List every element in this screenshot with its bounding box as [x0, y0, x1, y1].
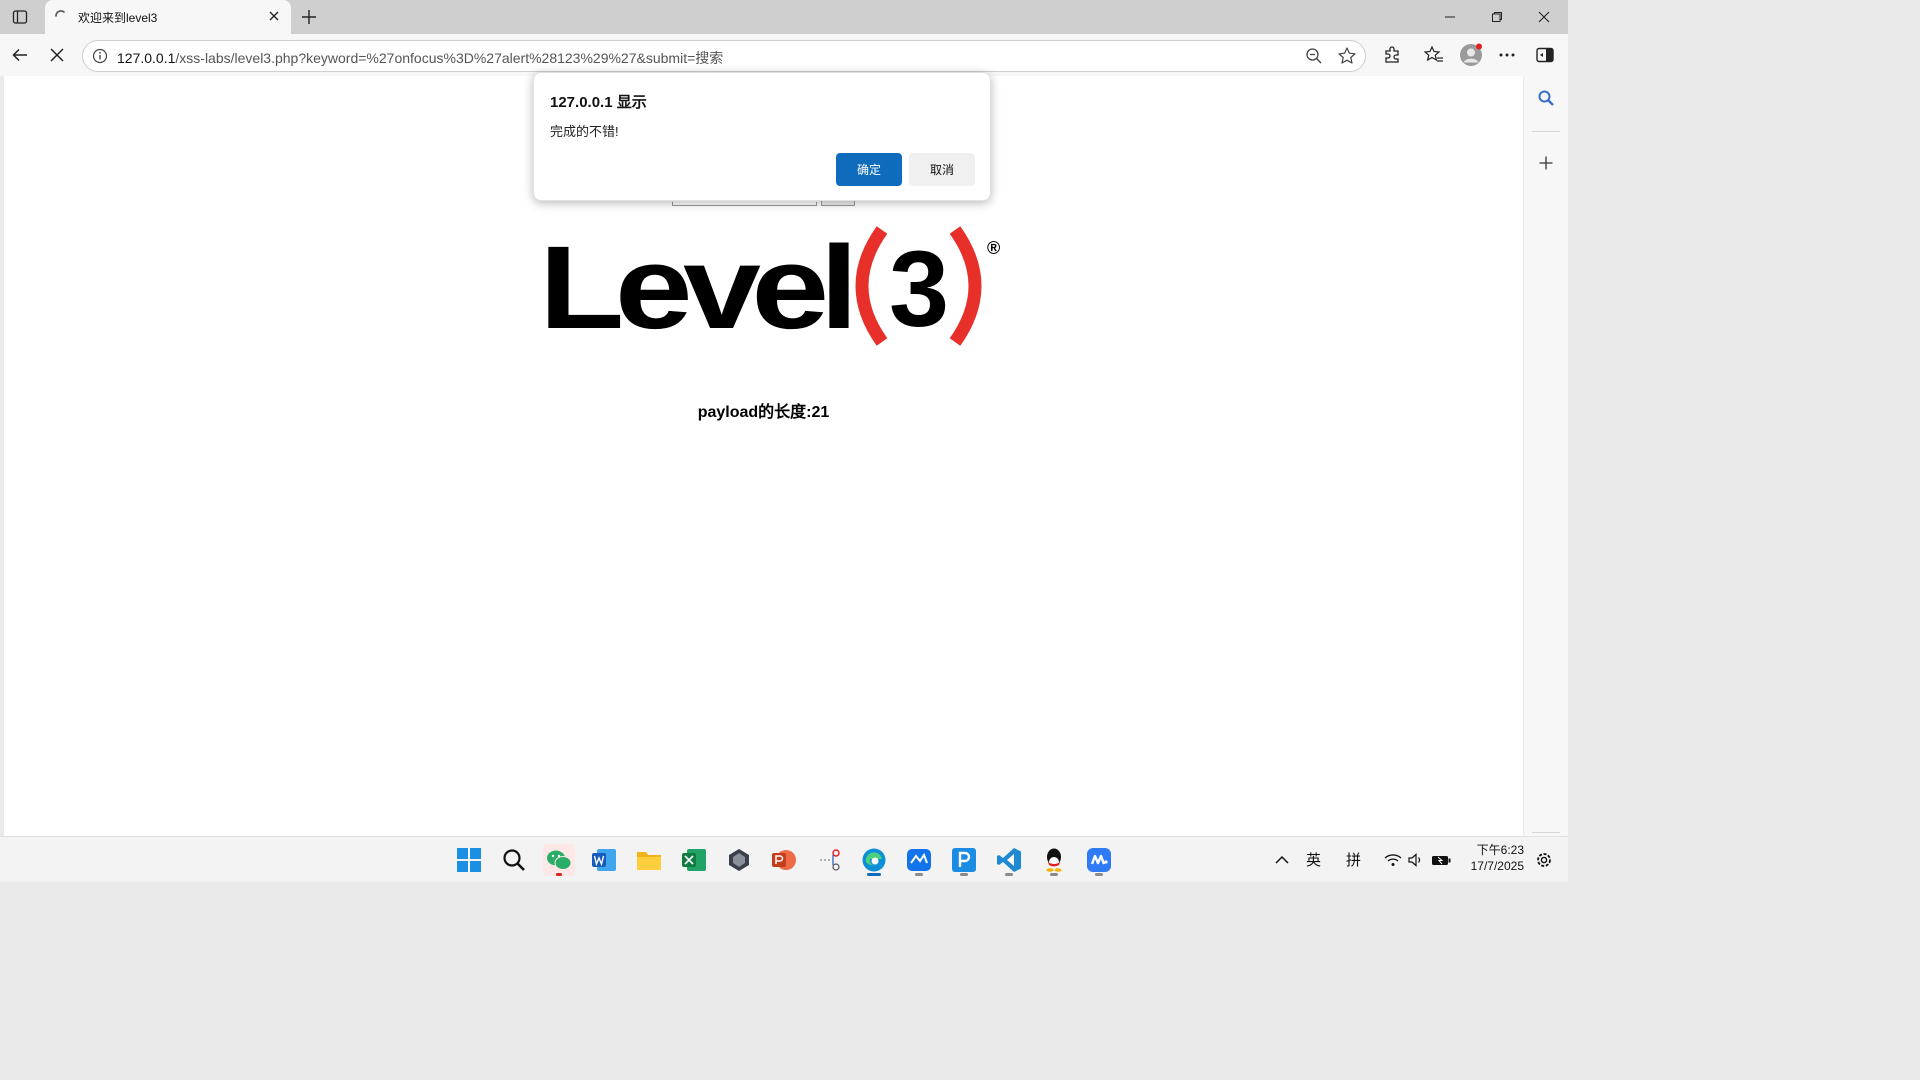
app-cube-icon[interactable] — [723, 844, 755, 876]
battery-icon[interactable] — [1428, 844, 1454, 876]
title-bar: 欢迎来到level3 — [0, 0, 1568, 34]
notification-gear-icon[interactable] — [1530, 844, 1558, 876]
ime-mode-indicator[interactable]: 拼 — [1346, 849, 1361, 870]
profile-avatar[interactable] — [1458, 42, 1484, 68]
address-host: 127.0.0.1 — [117, 50, 176, 66]
keyword-input[interactable] — [672, 202, 817, 206]
running-indicator — [1005, 873, 1013, 876]
running-indicator — [1050, 873, 1058, 876]
new-tab-icon[interactable] — [297, 5, 321, 29]
board-app-icon[interactable] — [903, 844, 935, 876]
stop-loading-icon[interactable] — [45, 43, 69, 67]
vscode-icon[interactable] — [993, 844, 1025, 876]
ime-language-indicator[interactable]: 英 — [1306, 849, 1321, 870]
windows-start-icon[interactable] — [453, 844, 485, 876]
running-indicator — [960, 873, 968, 876]
more-options-icon[interactable] — [1495, 43, 1519, 67]
tab-actions-icon[interactable] — [8, 6, 32, 28]
favorite-star-icon[interactable] — [1337, 46, 1357, 66]
address-path: /xss-labs/level3.php?keyword=%27onfocus%… — [175, 50, 724, 66]
taskbar-clock[interactable]: 下午6:23 17/7/2025 — [1462, 842, 1524, 874]
logo-level-text: Level — [539, 226, 849, 346]
payload-length-text: payload的长度:21 — [697, 404, 830, 421]
tab-title: 欢迎来到level3 — [78, 11, 158, 25]
taskbar: 英 拼 下午6:23 17/7/2025 — [0, 836, 1568, 882]
network-app-icon[interactable] — [813, 844, 845, 876]
pycharm-icon[interactable] — [948, 844, 980, 876]
dialog-message: 完成的不错! — [550, 124, 619, 139]
word-icon[interactable] — [588, 844, 620, 876]
logo-left-paren — [855, 226, 888, 346]
address-url[interactable]: 127.0.0.1/xss-labs/level3.php?keyword=%2… — [117, 48, 723, 68]
logo-registered-mark: ® — [987, 238, 1000, 258]
wps-icon[interactable] — [1083, 844, 1115, 876]
site-info-icon[interactable] — [92, 48, 108, 64]
close-window-icon[interactable] — [1532, 6, 1556, 28]
dialog-cancel-button[interactable]: 取消 — [909, 153, 975, 186]
tab-close-icon[interactable] — [265, 7, 283, 25]
level3-logo: Level 3 ® — [539, 226, 1000, 346]
sidebar-toggle-icon[interactable] — [1533, 43, 1557, 67]
wechat-icon[interactable] — [543, 844, 575, 876]
restore-icon[interactable] — [1485, 6, 1509, 28]
logo-right-paren — [949, 226, 982, 346]
dialog-ok-button[interactable]: 确定 — [836, 153, 902, 186]
clock-time: 下午6:23 — [1476, 843, 1524, 857]
extensions-icon[interactable] — [1380, 43, 1404, 67]
clock-date: 17/7/2025 — [1470, 859, 1524, 873]
qq-icon[interactable] — [1038, 844, 1070, 876]
tab-active[interactable]: 欢迎来到level3 — [45, 0, 291, 34]
dialog-title: 127.0.0.1 显示 — [550, 94, 647, 111]
zoom-out-icon[interactable] — [1305, 47, 1323, 65]
minimize-icon[interactable] — [1438, 6, 1462, 28]
active-indicator — [867, 873, 881, 876]
edge-icon[interactable] — [858, 844, 890, 876]
sidebar-divider — [1532, 131, 1560, 132]
excel-icon[interactable] — [678, 844, 710, 876]
tray-chevron-up-icon[interactable] — [1268, 844, 1296, 876]
back-icon[interactable] — [8, 43, 32, 67]
favorites-icon[interactable] — [1422, 43, 1446, 67]
alert-dialog: 127.0.0.1 显示 完成的不错! 确定 取消 — [533, 72, 991, 201]
sidebar-divider — [1532, 832, 1560, 833]
volume-icon[interactable] — [1403, 844, 1429, 876]
powerpoint-icon[interactable] — [768, 844, 800, 876]
address-bar[interactable]: 127.0.0.1/xss-labs/level3.php?keyword=%2… — [82, 40, 1366, 72]
search-icon[interactable] — [498, 844, 530, 876]
running-indicator — [915, 873, 923, 876]
sidebar-search-icon[interactable] — [1535, 87, 1557, 109]
browser-toolbar: 127.0.0.1/xss-labs/level3.php?keyword=%2… — [0, 34, 1568, 76]
running-indicator — [556, 873, 562, 876]
right-sidebar — [1524, 76, 1568, 836]
sidebar-add-icon[interactable] — [1535, 152, 1557, 174]
file-explorer-icon[interactable] — [633, 844, 665, 876]
logo-number-text: 3 — [889, 228, 949, 346]
running-indicator — [1095, 873, 1103, 876]
loading-spinner-icon — [53, 8, 69, 24]
